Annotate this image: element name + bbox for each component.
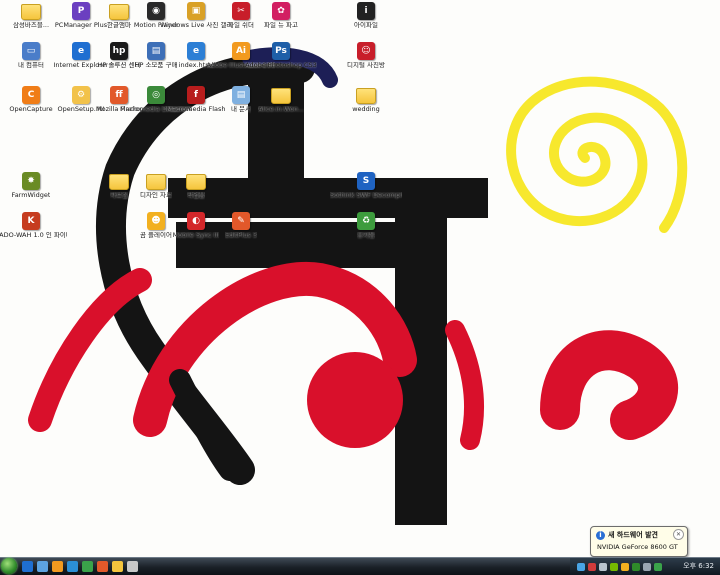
tray-nvidia-icon[interactable] bbox=[610, 562, 618, 571]
wallpaper-yellow-spiral bbox=[506, 76, 688, 233]
desktop-icon-editplus[interactable]: ✎ EditPlus 3 bbox=[210, 212, 272, 240]
desktop-icon-label: Alice.in.Won... bbox=[257, 106, 305, 113]
app-icon: ✂ bbox=[232, 2, 250, 20]
wallpaper-red-right-mark bbox=[540, 330, 679, 440]
tray-hardware-icon[interactable] bbox=[643, 562, 651, 571]
start-button[interactable] bbox=[1, 558, 17, 574]
desktop-icon-label: KADO-WAH 1.0 인 파이터 bbox=[0, 232, 67, 239]
desktop-icon-sothink-swf[interactable]: S Sothink SWF Decompiler bbox=[330, 172, 402, 200]
folder-icon bbox=[271, 88, 291, 104]
tray-icons bbox=[574, 562, 662, 571]
wallpaper-red-sweep-left bbox=[28, 268, 152, 432]
quick-launch-bar bbox=[22, 561, 138, 573]
app-icon: C bbox=[22, 86, 40, 104]
wallpaper-red-small-stroke bbox=[445, 320, 485, 450]
app-icon: ◉ bbox=[147, 2, 165, 20]
app-icon: Ps bbox=[272, 42, 290, 60]
desktop-icon-ifile[interactable]: i 아이파일 bbox=[335, 2, 397, 30]
app-icon: ▤ bbox=[232, 86, 250, 104]
app-icon: ✸ bbox=[22, 172, 40, 190]
desktop-icon-photoshop[interactable]: Ps Adobe Photoshop CS3 bbox=[245, 42, 317, 70]
tray-antivirus-icon[interactable] bbox=[632, 562, 640, 571]
desktop-icon-digital-photo[interactable]: ☺ 디지털 사진방 bbox=[335, 42, 397, 70]
quicklaunch-desktop-icon[interactable] bbox=[37, 561, 48, 572]
desktop-icon-label: 작업물 bbox=[187, 192, 205, 199]
desktop-icon-label: 디지털 사진방 bbox=[347, 62, 385, 69]
balloon-close-button[interactable]: ✕ bbox=[673, 529, 684, 540]
app-icon: ◐ bbox=[187, 212, 205, 230]
folder-icon bbox=[146, 174, 166, 190]
app-icon: i bbox=[357, 2, 375, 20]
balloon-message: NVIDIA GeForce 8600 GT bbox=[597, 543, 678, 551]
wallpaper-red-dot bbox=[307, 352, 403, 448]
desktop-icon-recycle-bin[interactable]: ♻ 휴지통 bbox=[335, 212, 397, 240]
app-icon: ☻ bbox=[147, 212, 165, 230]
quicklaunch-firefox-icon[interactable] bbox=[97, 561, 108, 572]
desktop-icon-farmwidget[interactable]: ✸ FarmWidget bbox=[0, 172, 62, 200]
desktop-icon-work-folder[interactable]: 작업물 bbox=[165, 172, 227, 200]
app-icon: ▭ bbox=[22, 42, 40, 60]
calligraphy-wallpaper bbox=[28, 47, 688, 525]
app-icon: ♻ bbox=[357, 212, 375, 230]
folder-icon bbox=[21, 4, 41, 20]
desktop-icon-label: 아이파일 bbox=[354, 22, 378, 29]
quicklaunch-music-icon[interactable] bbox=[127, 561, 138, 572]
folder-icon bbox=[186, 174, 206, 190]
desktop-icon-label: FarmWidget bbox=[11, 192, 51, 199]
desktop-icon-label: wedding bbox=[352, 106, 380, 113]
app-icon: ▣ bbox=[187, 2, 205, 20]
desktop-icon-kado-wah[interactable]: K KADO-WAH 1.0 인 파이터 bbox=[0, 212, 67, 240]
app-icon: K bbox=[22, 212, 40, 230]
desktop-icon-alice-folder[interactable]: Alice.in.Won... bbox=[250, 86, 312, 114]
folder-icon bbox=[356, 88, 376, 104]
tray-network-icon[interactable] bbox=[577, 562, 585, 571]
app-icon: f bbox=[187, 86, 205, 104]
tray-shield-icon[interactable] bbox=[588, 562, 596, 571]
desktop-icon-label: EditPlus 3 bbox=[224, 232, 258, 239]
system-tray: 오후 6:32 bbox=[570, 558, 720, 575]
app-icon: ☺ bbox=[357, 42, 375, 60]
balloon-title: 새 하드웨어 발견 bbox=[608, 531, 658, 539]
quicklaunch-folder-icon[interactable] bbox=[112, 561, 123, 572]
new-hardware-balloon[interactable]: i 새 하드웨어 발견 ✕ NVIDIA GeForce 8600 GT bbox=[590, 526, 688, 557]
desktop-icon-file-new[interactable]: ✿ 파일 뉴 파고 bbox=[250, 2, 312, 30]
app-icon: ▤ bbox=[147, 42, 165, 60]
app-icon: e bbox=[187, 42, 205, 60]
desktop-icon-label: 내 문서 bbox=[230, 106, 251, 113]
quicklaunch-media-icon[interactable] bbox=[52, 561, 63, 572]
quicklaunch-ie-icon[interactable] bbox=[22, 561, 33, 572]
desktop[interactable]: 삼성바즈블... P PCManager Plus 한글앰마 ◉ Motion Playe… bbox=[0, 0, 720, 557]
tray-update-icon[interactable] bbox=[621, 562, 629, 571]
app-icon: ◎ bbox=[147, 86, 165, 104]
desktop-icon-label: OpenCapture bbox=[9, 106, 53, 113]
desktop-icon-label: 파일 뉴 파고 bbox=[263, 22, 299, 29]
quicklaunch-messenger-icon[interactable] bbox=[82, 561, 93, 572]
clock[interactable]: 오후 6:32 bbox=[683, 561, 714, 571]
desktop-icon-label: 휴지통 bbox=[357, 232, 375, 239]
app-icon: ✎ bbox=[232, 212, 250, 230]
app-icon: Ai bbox=[232, 42, 250, 60]
desktop-icon-label: 내 컴퓨터 bbox=[18, 62, 44, 69]
tray-volume-icon[interactable] bbox=[599, 562, 607, 571]
quicklaunch-flip-icon[interactable] bbox=[67, 561, 78, 572]
info-icon: i bbox=[596, 531, 605, 540]
tray-messenger-icon[interactable] bbox=[654, 562, 662, 571]
desktop-icon-label: 삼성바즈블... bbox=[12, 22, 50, 29]
taskbar: 오후 6:32 bbox=[0, 557, 720, 575]
app-icon: S bbox=[357, 172, 375, 190]
desktop-icon-wedding-folder[interactable]: wedding bbox=[335, 86, 397, 114]
desktop-icon-label: Adobe Photoshop CS3 bbox=[245, 62, 317, 69]
app-icon: ✿ bbox=[272, 2, 290, 20]
desktop-icon-label: Sothink SWF Decompiler bbox=[330, 192, 402, 199]
